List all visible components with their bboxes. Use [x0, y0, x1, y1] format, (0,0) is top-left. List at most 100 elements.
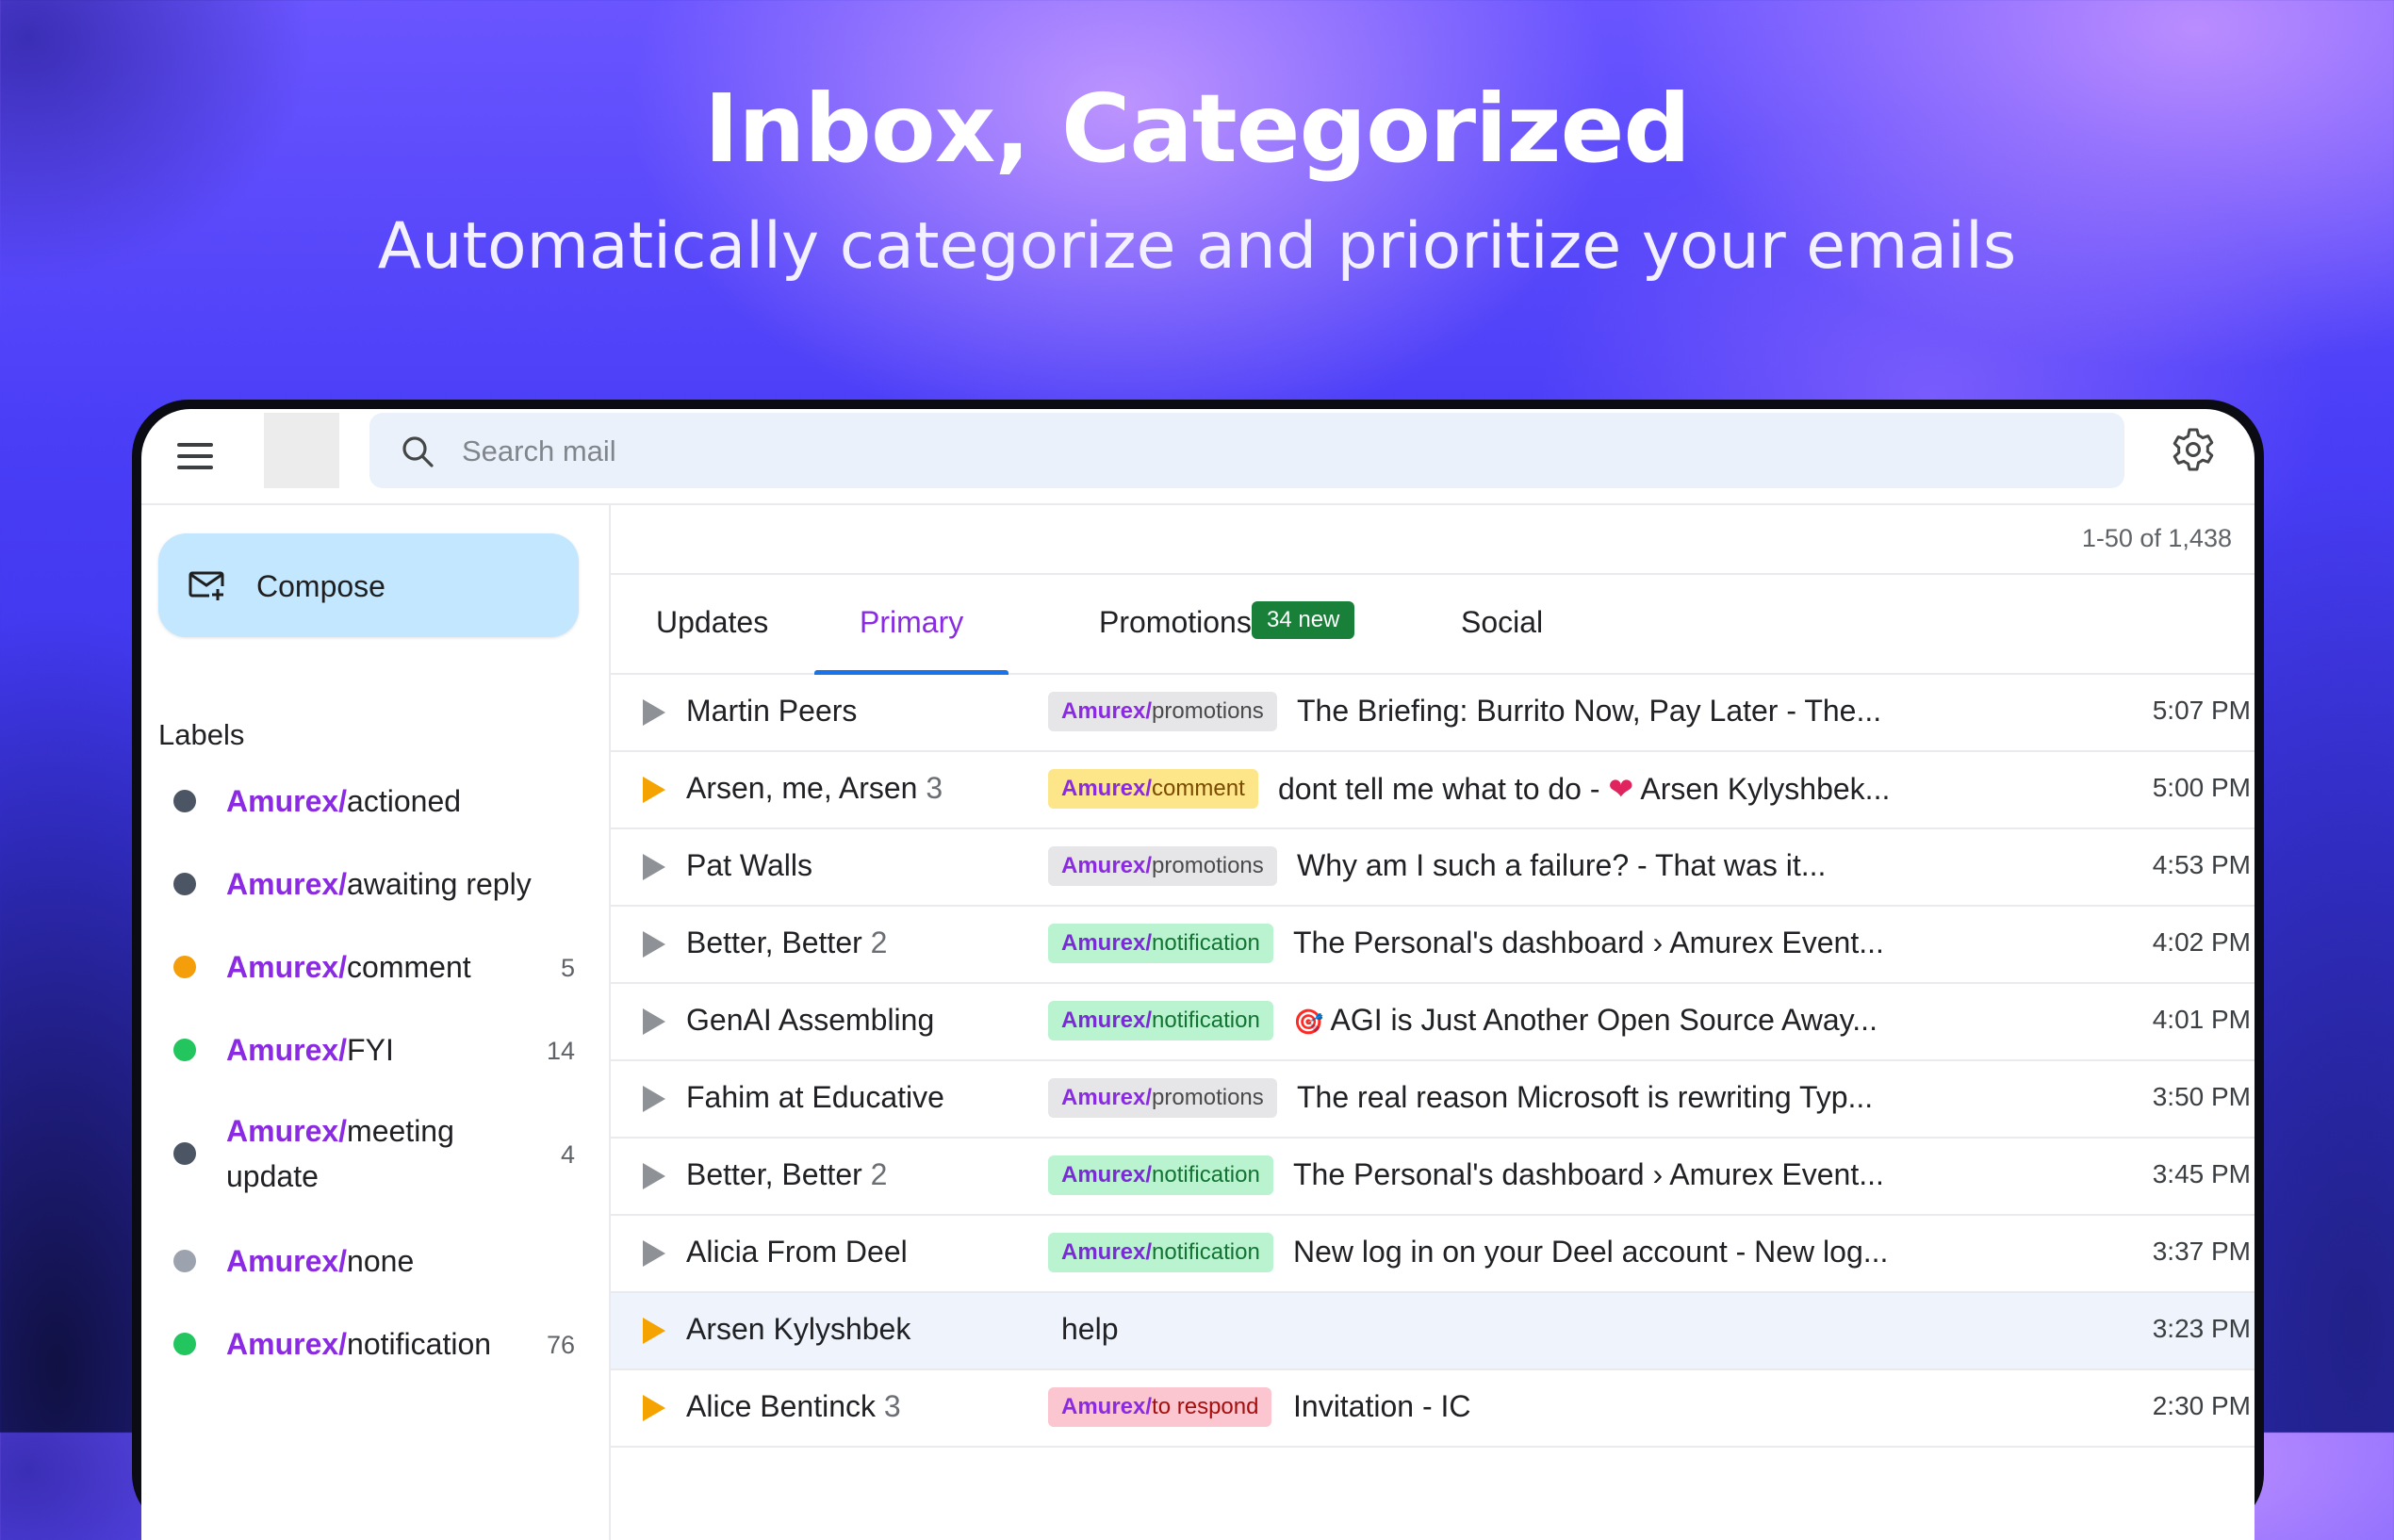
tab-label: Updates	[656, 605, 769, 639]
tag-prefix: Amurex/	[1061, 698, 1153, 724]
importance-marker-icon[interactable]	[643, 699, 665, 726]
email-subject: dont tell me what to do - ❤ Arsen Kylysh…	[1278, 771, 1890, 807]
top-bar	[141, 409, 2255, 505]
tag-prefix: Amurex/	[1061, 1394, 1153, 1419]
label-color-dot	[173, 956, 196, 978]
label-color-dot	[173, 790, 196, 812]
email-row[interactable]: GenAI Assembling Amurex/notification 🎯 A…	[611, 984, 2255, 1061]
label-item-notification[interactable]: Amurex/notification 76	[158, 1316, 592, 1372]
label-item-comment[interactable]: Amurex/comment 5	[158, 939, 592, 995]
category-tag[interactable]: Amurex/notification	[1048, 1155, 1273, 1195]
email-time: 2:30 PM	[2152, 1391, 2251, 1420]
compose-button[interactable]: Compose	[158, 533, 579, 637]
sender-name: Fahim at Educative	[686, 1080, 944, 1114]
app-logo[interactable]	[264, 413, 339, 488]
email-row[interactable]: Alicia From Deel Amurex/notification New…	[611, 1216, 2255, 1293]
category-tag[interactable]: Amurex/to respond	[1048, 1387, 1272, 1427]
tag-name: promotions	[1152, 853, 1264, 878]
importance-marker-icon[interactable]	[643, 1086, 665, 1112]
importance-marker-icon[interactable]	[643, 1163, 665, 1189]
email-time: 3:50 PM	[2152, 1082, 2251, 1111]
email-row[interactable]: Arsen Kylyshbek help 3:23 PM	[611, 1293, 2255, 1370]
email-subject: Invitation - IC	[1293, 1389, 1471, 1423]
tab-label: Social	[1461, 605, 1544, 639]
email-subject: help	[1061, 1312, 1119, 1346]
email-time: 3:23 PM	[2152, 1314, 2251, 1343]
email-subject: Why am I such a failure? - That was it..…	[1297, 848, 1827, 882]
email-time: 3:45 PM	[2152, 1159, 2251, 1188]
label-prefix: Amurex/	[226, 1327, 348, 1361]
importance-marker-icon[interactable]	[643, 777, 665, 803]
tag-name: notification	[1152, 930, 1260, 956]
label-color-dot	[173, 1250, 196, 1272]
label-name: FYI	[347, 1033, 394, 1067]
email-row[interactable]: Pat Walls Amurex/promotions Why am I suc…	[611, 829, 2255, 907]
tag-name: promotions	[1152, 698, 1264, 724]
search-input[interactable]	[460, 413, 2066, 490]
email-row[interactable]: Arsen, me, Arsen 3 Amurex/comment dont t…	[611, 752, 2255, 829]
label-item-none[interactable]: Amurex/none	[158, 1233, 592, 1289]
category-tag[interactable]: Amurex/promotions	[1048, 846, 1277, 886]
label-name: notification	[347, 1327, 492, 1361]
tag-name: promotions	[1152, 1085, 1264, 1110]
tag-name: notification	[1152, 1162, 1260, 1188]
importance-marker-icon[interactable]	[643, 931, 665, 958]
tag-name: notification	[1152, 1239, 1260, 1265]
email-row[interactable]: Alice Bentinck 3 Amurex/to respond Invit…	[611, 1370, 2255, 1448]
email-list: Martin Peers Amurex/promotions The Brief…	[611, 675, 2255, 1448]
sender-name: Alice Bentinck	[686, 1389, 876, 1423]
category-tag[interactable]: Amurex/notification	[1048, 1001, 1273, 1040]
email-row[interactable]: Fahim at Educative Amurex/promotions The…	[611, 1061, 2255, 1139]
pagination-text: 1-50 of 1,438	[2081, 524, 2232, 552]
label-prefix: Amurex/	[226, 1114, 348, 1148]
sidebar: Compose Labels Amurex/actioned Amurex/aw…	[141, 505, 611, 1540]
label-name: comment	[347, 950, 471, 984]
category-tag[interactable]: Amurex/promotions	[1048, 692, 1277, 731]
label-item-fyi[interactable]: Amurex/FYI 14	[158, 1022, 592, 1078]
importance-marker-icon[interactable]	[643, 1318, 665, 1344]
label-prefix: Amurex/	[226, 1033, 348, 1067]
label-item-meeting-update[interactable]: Amurex/meeting update 4	[158, 1105, 592, 1203]
sender-name: Martin Peers	[686, 694, 858, 728]
email-time: 5:00 PM	[2152, 773, 2251, 802]
hamburger-menu-icon[interactable]	[177, 437, 213, 473]
tab-primary[interactable]: Primary	[814, 575, 1008, 675]
label-count: 76	[546, 1331, 575, 1359]
email-row[interactable]: Better, Better 2 Amurex/notification The…	[611, 907, 2255, 984]
compose-icon	[189, 571, 224, 600]
tag-name: notification	[1152, 1008, 1260, 1033]
hero-title: Inbox, Categorized	[704, 74, 1691, 184]
importance-marker-icon[interactable]	[643, 1240, 665, 1267]
thread-count: 3	[883, 1389, 901, 1423]
label-count: 14	[546, 1037, 575, 1065]
tab-promotions[interactable]: Promotions 34 new	[1082, 575, 1384, 673]
category-tag[interactable]: Amurex/promotions	[1048, 1078, 1277, 1118]
tab-updates[interactable]: Updates	[611, 575, 768, 673]
gear-icon[interactable]	[2170, 426, 2217, 473]
importance-marker-icon[interactable]	[643, 854, 665, 880]
label-prefix: Amurex/	[226, 784, 348, 818]
email-row[interactable]: Martin Peers Amurex/promotions The Brief…	[611, 675, 2255, 752]
label-item-actioned[interactable]: Amurex/actioned	[158, 773, 592, 829]
tab-social[interactable]: Social	[1444, 575, 1576, 673]
importance-marker-icon[interactable]	[643, 1395, 665, 1421]
label-name: actioned	[347, 784, 462, 818]
email-row[interactable]: Better, Better 2 Amurex/notification The…	[611, 1139, 2255, 1216]
tag-prefix: Amurex/	[1061, 1008, 1153, 1033]
category-tag[interactable]: Amurex/comment	[1048, 769, 1258, 809]
category-tag[interactable]: Amurex/notification	[1048, 924, 1273, 963]
compose-label: Compose	[256, 569, 385, 603]
heart-icon: ❤	[1608, 772, 1634, 806]
category-tag[interactable]: Amurex/notification	[1048, 1233, 1273, 1272]
sender-name: Pat Walls	[686, 848, 812, 882]
email-time: 5:07 PM	[2152, 696, 2251, 725]
importance-marker-icon[interactable]	[643, 1008, 665, 1035]
email-subject: The Briefing: Burrito Now, Pay Later - T…	[1297, 694, 1882, 728]
label-color-dot	[173, 1039, 196, 1061]
search-bar[interactable]	[369, 413, 2124, 490]
target-icon: 🎯	[1293, 1008, 1324, 1036]
label-count: 5	[560, 954, 575, 982]
label-item-awaiting-reply[interactable]: Amurex/awaiting reply	[158, 856, 592, 912]
tag-name: comment	[1152, 776, 1245, 801]
search-icon[interactable]	[400, 434, 435, 469]
